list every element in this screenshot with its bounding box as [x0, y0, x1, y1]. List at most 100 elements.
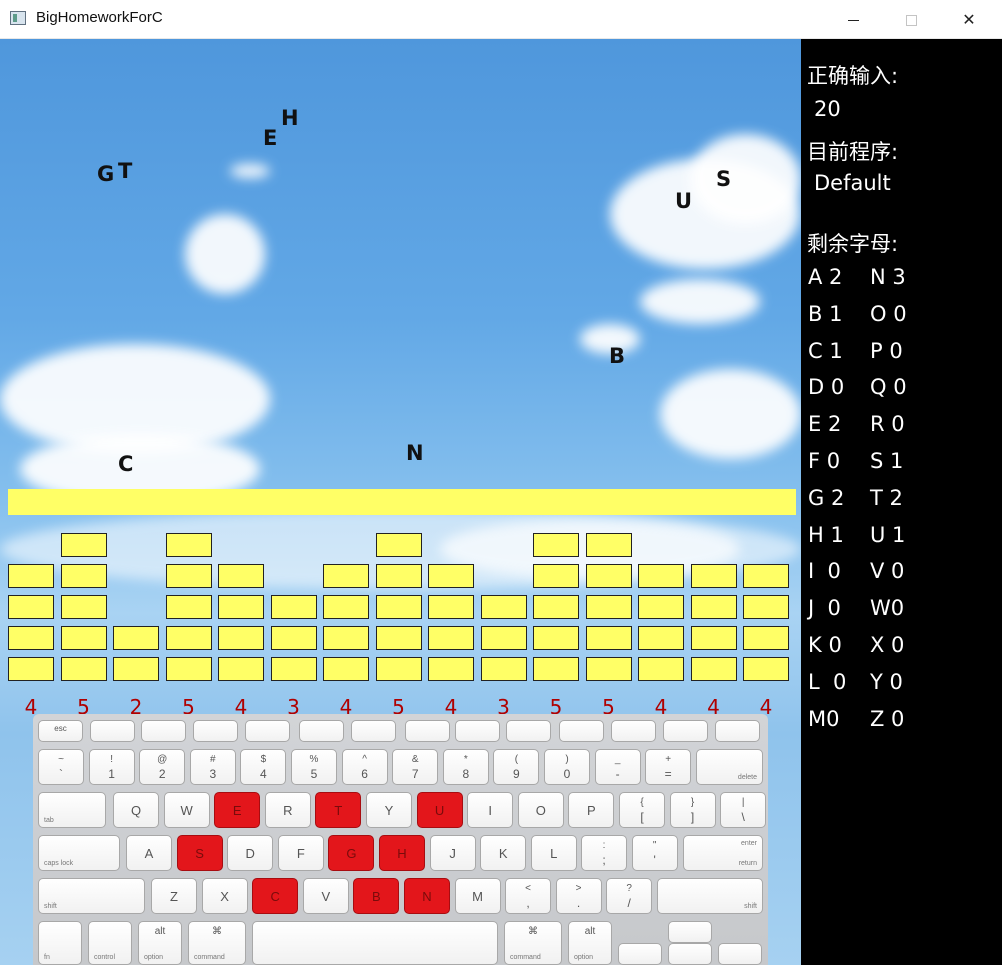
letter-count: K 0 — [808, 633, 842, 657]
caps-lock-key[interactable]: caps lock — [38, 835, 120, 871]
delete-key[interactable]: delete — [696, 749, 763, 785]
key-t[interactable]: T — [315, 792, 362, 828]
function-key[interactable] — [506, 720, 551, 742]
function-key[interactable] — [351, 720, 396, 742]
left-shift-key[interactable]: shift — [38, 878, 145, 914]
key-n[interactable]: N — [404, 878, 450, 914]
key-y[interactable]: Y — [366, 792, 412, 828]
control-key[interactable]: control — [88, 921, 132, 965]
number-key[interactable]: ) 0 — [544, 749, 590, 785]
symbol-key[interactable]: }] — [669, 792, 716, 828]
function-key[interactable] — [715, 720, 760, 742]
letter-block — [690, 595, 737, 619]
number-key[interactable]: _ - — [594, 749, 641, 785]
key-i[interactable]: I — [467, 792, 514, 828]
number-key[interactable]: ! 1 — [88, 749, 135, 785]
key-label: return — [738, 860, 757, 867]
function-key[interactable] — [611, 720, 656, 742]
key-d[interactable]: D — [227, 835, 274, 871]
key-p[interactable]: P — [568, 792, 615, 828]
function-key[interactable] — [193, 720, 238, 742]
key-q[interactable]: Q — [113, 792, 159, 828]
letter-count: Z 0 — [870, 706, 905, 731]
key-a[interactable]: A — [126, 835, 172, 871]
arrow-down-key[interactable] — [668, 943, 712, 965]
symbol-key[interactable]: | \ — [720, 792, 767, 828]
symbol-key[interactable]: {[ — [619, 792, 665, 828]
key-v[interactable]: V — [302, 878, 349, 914]
key-c[interactable]: C — [252, 878, 299, 914]
key-e[interactable]: E — [214, 792, 261, 828]
key-label: ` — [59, 767, 63, 781]
letter-block — [533, 626, 579, 650]
symbol-key[interactable]: " ' — [631, 835, 678, 871]
key-k[interactable]: K — [480, 835, 527, 871]
function-key[interactable] — [90, 720, 135, 742]
option-key[interactable]: alt option — [138, 921, 182, 965]
number-key[interactable]: (9 — [493, 749, 540, 785]
maximize-button[interactable] — [888, 0, 934, 39]
number-key[interactable]: * 8 — [442, 749, 489, 785]
key-r[interactable]: R — [264, 792, 311, 828]
symbol-key[interactable]: >. — [555, 878, 602, 914]
letter-block — [165, 626, 212, 650]
key-b[interactable]: B — [353, 878, 400, 914]
key-label: X — [220, 889, 229, 904]
key-j[interactable]: J — [429, 835, 476, 871]
close-button[interactable]: ✕ — [946, 0, 992, 39]
function-key[interactable] — [141, 720, 186, 742]
command-key-right[interactable]: ⌘ command — [504, 921, 562, 965]
number-key[interactable]: #3 — [189, 749, 236, 785]
arrow-up-key[interactable] — [668, 921, 712, 943]
key-s[interactable]: S — [176, 835, 223, 871]
key-h[interactable]: H — [379, 835, 425, 871]
return-key[interactable]: return enter — [683, 835, 763, 871]
symbol-key[interactable]: ? / — [606, 878, 653, 914]
symbol-key[interactable]: <, — [505, 878, 551, 914]
key-label: T — [334, 803, 343, 818]
fn-key[interactable]: fn — [38, 921, 82, 965]
number-key[interactable]: % 5 — [291, 749, 337, 785]
function-key[interactable] — [299, 720, 344, 742]
key-u[interactable]: U — [416, 792, 463, 828]
key-x[interactable]: X — [201, 878, 248, 914]
key-label: C — [270, 889, 280, 904]
tab-key[interactable]: tab — [38, 792, 106, 828]
arrow-right-key[interactable] — [718, 943, 762, 965]
key-o[interactable]: O — [517, 792, 564, 828]
function-key[interactable] — [559, 720, 604, 742]
function-key[interactable] — [405, 720, 450, 742]
key-l[interactable]: L — [530, 835, 577, 871]
function-key[interactable] — [455, 720, 500, 742]
arrow-left-key[interactable] — [618, 943, 662, 965]
number-key[interactable]: @2 — [139, 749, 186, 785]
number-key[interactable]: + = — [645, 749, 692, 785]
function-key[interactable] — [245, 720, 290, 742]
key-w[interactable]: W — [163, 792, 210, 828]
key-label: ; — [602, 853, 606, 867]
key-g[interactable]: G — [328, 835, 375, 871]
symbol-key[interactable]: :; — [581, 835, 627, 871]
right-shift-key[interactable]: shift — [657, 878, 763, 914]
number-key[interactable]: ~ ` — [38, 749, 84, 785]
key-z[interactable]: Z — [151, 878, 197, 914]
esc-key[interactable]: esc — [38, 720, 83, 742]
letter-block — [533, 595, 579, 619]
number-key[interactable]: $4 — [240, 749, 287, 785]
letter-block — [8, 564, 54, 588]
key-label: Z — [170, 889, 178, 904]
key-label: enter — [741, 840, 757, 847]
number-key[interactable]: & 7 — [392, 749, 439, 785]
letter-block — [165, 533, 212, 557]
letter-block — [60, 533, 107, 557]
key-label: " — [652, 840, 657, 851]
option-key-right[interactable]: alt option — [568, 921, 612, 965]
space-bar[interactable] — [252, 921, 498, 965]
key-m[interactable]: M — [454, 878, 501, 914]
key-label: command — [510, 954, 541, 961]
command-key[interactable]: ⌘ command — [188, 921, 246, 965]
number-key[interactable]: ^ 6 — [341, 749, 388, 785]
key-f[interactable]: F — [277, 835, 324, 871]
minimize-button[interactable] — [830, 0, 876, 39]
function-key[interactable] — [663, 720, 708, 742]
